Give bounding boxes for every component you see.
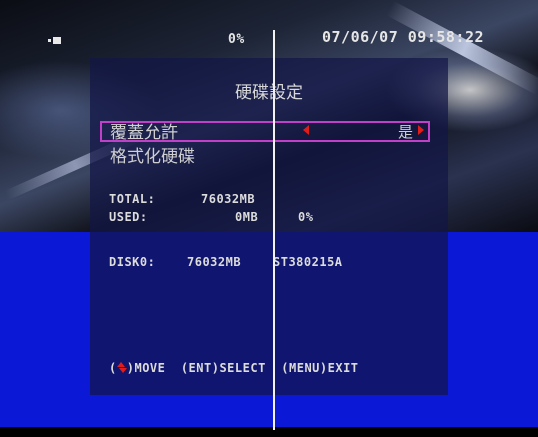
used-percent: 0% (298, 210, 314, 224)
used-value: 0MB (235, 210, 259, 224)
total-value: 76032MB (201, 192, 256, 206)
disk-model: ST380215A (273, 255, 343, 269)
center-divider-line (273, 30, 275, 430)
footer-hints: ()MOVE (ENT)SELECT (MENU)EXIT (109, 361, 359, 375)
record-indicator-icon (48, 36, 62, 45)
overwrite-allow-value[interactable]: 是 (398, 121, 413, 142)
hdd-settings-panel: 硬碟設定 覆蓋允許 是 格式化硬碟 TOTAL: 76032MB USED: 0… (90, 58, 448, 395)
exit-hint: (MENU)EXIT (281, 361, 359, 375)
hdd-usage-percent: 0% (228, 32, 245, 47)
overwrite-allow-label[interactable]: 覆蓋允許 (110, 118, 178, 143)
format-hdd-item[interactable]: 格式化硬碟 (110, 142, 195, 167)
used-label: USED: (109, 210, 148, 224)
disk-size: 76032MB (187, 255, 242, 269)
arrow-right-icon[interactable] (418, 125, 424, 135)
disk-label: DISK0: (109, 255, 156, 269)
date-time: 07/06/07 09:58:22 (322, 28, 485, 46)
up-down-arrows-icon (116, 362, 127, 374)
status-bar: 0% 07/06/07 09:58:22 (0, 0, 538, 58)
move-hint: MOVE (134, 361, 166, 375)
total-label: TOTAL: (109, 192, 156, 206)
arrow-left-icon[interactable] (303, 125, 309, 135)
select-hint: (ENT)SELECT (180, 361, 266, 375)
dvr-screen: 0% 07/06/07 09:58:22 硬碟設定 覆蓋允許 是 格式化硬碟 T… (0, 0, 538, 437)
panel-title: 硬碟設定 (235, 83, 303, 103)
bottom-border (0, 427, 538, 437)
